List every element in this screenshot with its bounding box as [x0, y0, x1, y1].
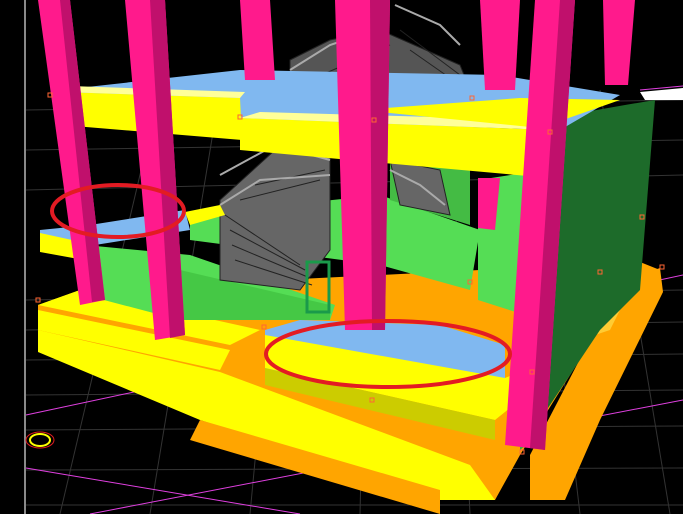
column-1[interactable]	[38, 0, 105, 305]
column-7[interactable]	[603, 0, 635, 85]
column-3[interactable]	[240, 0, 275, 80]
rotation-gizmo-icon[interactable]	[25, 431, 55, 449]
column-5[interactable]	[480, 0, 520, 90]
3d-model-viewport[interactable]	[0, 0, 683, 514]
structure-scene	[25, 0, 683, 514]
